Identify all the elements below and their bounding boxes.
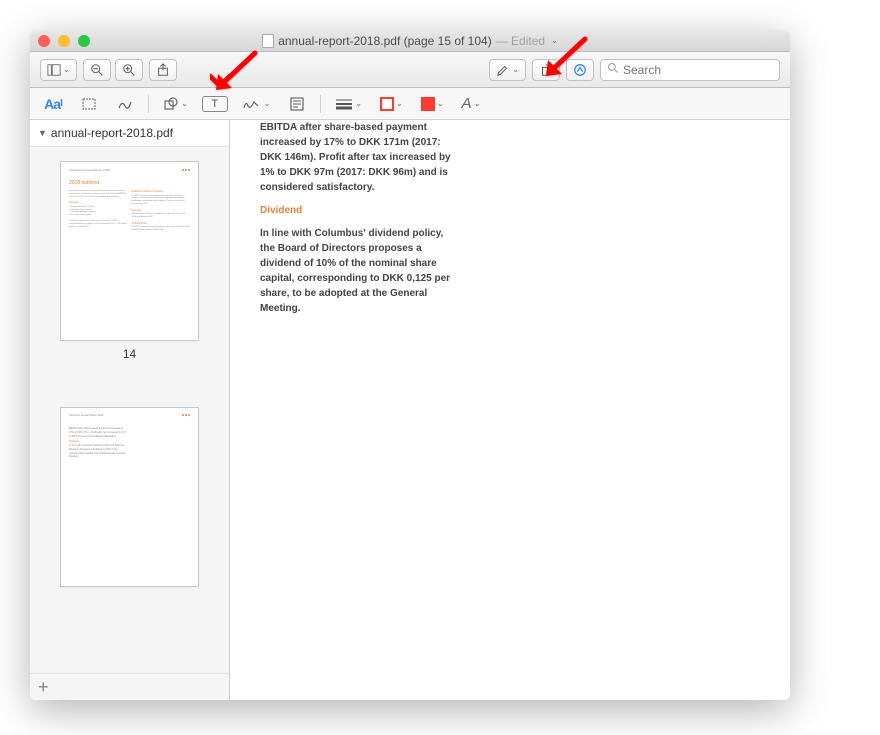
markup-toolbar-toggle[interactable]	[566, 59, 594, 81]
rectangular-selection-tool[interactable]	[76, 93, 102, 115]
sketch-tool[interactable]	[112, 93, 138, 115]
maximize-button[interactable]	[78, 35, 90, 47]
rotate-button[interactable]	[532, 59, 560, 81]
thumbnail-page-number: 14	[30, 343, 229, 371]
sign-tool[interactable]: ⌄	[238, 93, 275, 115]
text-selection-tool[interactable]: AaI	[40, 93, 66, 115]
search-field[interactable]	[600, 59, 780, 81]
border-color-tool[interactable]: ⌄	[376, 93, 407, 115]
markup-toolbar: AaI ⌄ T ⌄ ⌄ ⌄ ⌄ A⌄	[30, 88, 790, 120]
page-thumbnail[interactable]: Columbus Annual Report 2018 2018 outline…	[30, 155, 229, 343]
window-controls	[38, 35, 90, 47]
titlebar: annual-report-2018.pdf (page 15 of 104) …	[30, 30, 790, 52]
zoom-out-button[interactable]	[83, 59, 111, 81]
add-page-button[interactable]: +	[38, 678, 221, 696]
main-toolbar: ⌄ ⌄	[30, 52, 790, 88]
title-dropdown-icon: ⌄	[551, 36, 558, 45]
search-icon	[607, 62, 619, 77]
thumbnail-sidebar: ▼ annual-report-2018.pdf Columbus Annual…	[30, 120, 230, 700]
sidebar-file-header[interactable]: ▼ annual-report-2018.pdf	[30, 120, 229, 147]
shapes-tool[interactable]: ⌄	[159, 93, 192, 115]
text-style-tool[interactable]: A⌄	[458, 93, 485, 115]
window-title: annual-report-2018.pdf (page 15 of 104) …	[30, 34, 790, 48]
search-input[interactable]	[623, 63, 773, 77]
page-text: EBITDA after share-based payment increas…	[260, 120, 460, 316]
fill-color-tool[interactable]: ⌄	[417, 93, 448, 115]
close-button[interactable]	[38, 35, 50, 47]
disclosure-triangle-icon: ▼	[38, 128, 47, 138]
note-tool[interactable]	[284, 93, 310, 115]
content-area: ▼ annual-report-2018.pdf Columbus Annual…	[30, 120, 790, 700]
sidebar-filename: annual-report-2018.pdf	[51, 126, 173, 140]
line-style-tool[interactable]: ⌄	[331, 93, 366, 115]
document-icon	[262, 34, 274, 48]
zoom-in-button[interactable]	[115, 59, 143, 81]
highlight-button[interactable]: ⌄	[489, 59, 526, 81]
share-button[interactable]	[149, 59, 177, 81]
preview-window: annual-report-2018.pdf (page 15 of 104) …	[30, 30, 790, 700]
document-page-view[interactable]: EBITDA after share-based payment increas…	[230, 120, 790, 700]
view-mode-button[interactable]: ⌄	[40, 59, 77, 81]
minimize-button[interactable]	[58, 35, 70, 47]
page-thumbnail[interactable]: Columbus Annual Report 2018 EBITDA after…	[30, 401, 229, 589]
text-tool[interactable]: T	[202, 96, 228, 112]
